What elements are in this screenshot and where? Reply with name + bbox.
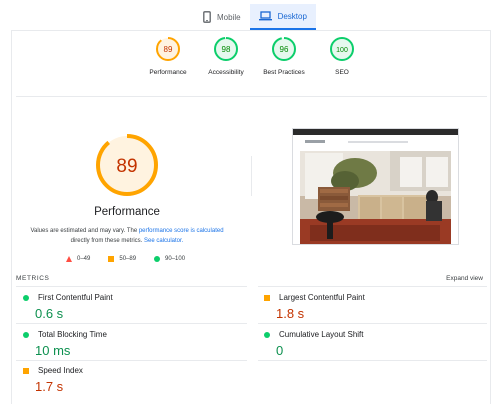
gauge-score: 100	[336, 47, 348, 54]
thumbnail-nav-links	[348, 141, 408, 143]
gauge-ring: 98	[214, 37, 238, 61]
square-icon	[108, 256, 115, 262]
tabs-baseline	[11, 30, 490, 31]
metric-name: Total Blocking Time	[38, 330, 107, 339]
legend-pass: 90–100	[154, 256, 185, 262]
gauge-score: 96	[280, 45, 289, 54]
gauge-label: SEO	[335, 69, 349, 76]
pass-circle-icon	[23, 331, 29, 338]
legend-average: 50–89	[108, 256, 136, 262]
tab-desktop[interactable]: Desktop	[249, 4, 316, 30]
metric-value: 10 ms	[35, 343, 71, 358]
expand-view-toggle[interactable]: Expand view	[446, 275, 483, 282]
gauge-ring: 100	[330, 37, 354, 61]
gauge-label: Accessibility	[208, 69, 244, 76]
thumbnail-photo	[300, 151, 451, 244]
metric-lcp: Largest Contentful Paint 1.8 s	[264, 293, 365, 321]
score-gauges: 89 Performance 98 Accessibility 96 Best …	[140, 36, 370, 76]
tab-desktop-label: Desktop	[277, 11, 307, 21]
metric-tbt: Total Blocking Time 10 ms	[23, 330, 107, 358]
legend-range: 0–49	[77, 256, 91, 262]
see-calculator-link[interactable]: See calculator.	[144, 238, 183, 244]
metric-value: 0	[276, 343, 284, 358]
tab-mobile[interactable]: Mobile	[194, 4, 250, 30]
legend-range: 90–100	[165, 256, 186, 262]
metric-divider	[16, 360, 247, 361]
metric-cls: Cumulative Layout Shift 0	[264, 330, 364, 358]
score-legend: 0–49 50–89 90–100	[66, 256, 185, 262]
metric-divider	[258, 323, 487, 324]
gauge-score: 98	[222, 45, 231, 54]
metrics-header: METRICS	[16, 275, 50, 282]
average-square-icon	[23, 367, 29, 374]
score-calculated-link[interactable]: performance score is calculated	[139, 228, 224, 234]
average-square-icon	[264, 294, 270, 301]
performance-note: Values are estimated and may vary. The p…	[22, 226, 232, 246]
vertical-separator	[251, 156, 252, 196]
device-tabs: Mobile Desktop	[194, 4, 316, 30]
performance-score: 89	[116, 156, 137, 177]
page-screenshot-thumbnail[interactable]	[292, 128, 459, 245]
section-divider	[16, 96, 487, 97]
performance-gauge-ring: 89	[96, 134, 158, 196]
metric-divider	[16, 286, 247, 287]
metric-divider	[258, 286, 487, 287]
metric-name: First Contentful Paint	[38, 293, 113, 302]
metric-value: 0.6 s	[35, 306, 64, 321]
performance-gauge: 89	[95, 133, 159, 202]
gauge-ring: 96	[272, 37, 296, 61]
phone-icon	[203, 11, 211, 23]
frame-border-right	[490, 30, 491, 404]
metric-divider	[258, 360, 487, 361]
gauge-ring: 89	[156, 37, 180, 61]
thumbnail-logo	[305, 140, 325, 143]
pass-circle-icon	[23, 294, 29, 301]
gauge-accessibility[interactable]: 98 Accessibility	[198, 36, 254, 76]
tab-mobile-label: Mobile	[217, 12, 241, 22]
metric-speed-index: Speed Index 1.7 s	[23, 366, 83, 394]
triangle-icon	[66, 256, 72, 262]
metric-name: Speed Index	[38, 366, 83, 375]
metric-name: Largest Contentful Paint	[279, 293, 365, 302]
gauge-score: 89	[164, 45, 173, 54]
gauge-performance[interactable]: 89 Performance	[140, 36, 196, 76]
thumbnail-nav	[293, 135, 458, 149]
metric-divider	[16, 323, 247, 324]
circle-icon	[154, 256, 161, 262]
performance-title: Performance	[94, 206, 160, 218]
pass-circle-icon	[264, 331, 270, 338]
gauge-seo[interactable]: 100 SEO	[314, 36, 370, 76]
legend-range: 50–89	[119, 256, 137, 262]
gauge-label: Performance	[149, 69, 187, 76]
legend-fail: 0–49	[66, 256, 90, 262]
laptop-icon	[258, 11, 272, 21]
gauge-label: Best Practices	[263, 69, 305, 76]
metric-fcp: First Contentful Paint 0.6 s	[23, 293, 113, 321]
metric-value: 1.8 s	[276, 306, 305, 321]
gauge-best-practices[interactable]: 96 Best Practices	[256, 36, 312, 76]
metric-name: Cumulative Layout Shift	[279, 330, 364, 339]
note-text: directly from these metrics.	[70, 238, 144, 244]
note-text: Values are estimated and may vary. The	[30, 228, 139, 234]
metric-value: 1.7 s	[35, 379, 64, 394]
